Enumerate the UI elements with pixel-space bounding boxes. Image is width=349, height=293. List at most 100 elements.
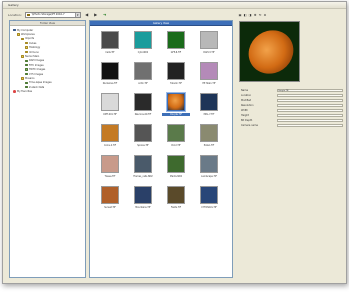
thumbnail-caption: Nucleolus.TIF [102, 82, 118, 85]
tree-item[interactable]: My Favorites [13, 90, 32, 94]
tree-item-label: Workplaces [21, 32, 35, 36]
thumbnail-image [200, 93, 218, 111]
thumbnail[interactable]: Mito-7.TIF [197, 93, 221, 121]
tree-item[interactable]: Immuno [25, 50, 39, 54]
thumbnail[interactable]: Cyto.ND2 [131, 31, 155, 59]
tree-item-label: My Favorites [17, 90, 33, 94]
thumbnail[interactable]: DAPI-3.TIF [197, 31, 221, 59]
tree-item-label: Time-lapse Images [29, 81, 52, 85]
thumbnail-image [200, 186, 218, 204]
property-key: Name [241, 89, 249, 92]
preview-tool-button[interactable]: ◧ [243, 13, 247, 17]
thumbnail[interactable]: Spores.TIF [131, 124, 155, 152]
tree-item[interactable]: Mosaics [21, 76, 34, 80]
thumbnail-image [167, 62, 185, 80]
thumbnail[interactable]: Sunset.TIF [98, 186, 122, 214]
thumbnail-image [134, 124, 152, 142]
thumbnail[interactable]: Tubulin.TIF [164, 62, 188, 90]
tree-item-label: CY5 Images [29, 72, 44, 76]
thumbnail[interactable]: Fields.TIF [164, 186, 188, 214]
thumbnail[interactable]: Neurons-09.TIF [131, 93, 155, 121]
location-label: Location: [8, 12, 22, 17]
tree-item[interactable]: Nuclei Stain [21, 54, 39, 58]
thumbnail-grid: Gallery View Cells.TIF Cyto.ND2 GFP-R.TIF D… [89, 20, 233, 278]
tree-item-label: DAPI Images [29, 59, 45, 63]
tree-item[interactable]: CY5 Images [25, 72, 43, 76]
thumbnail[interactable]: GFP-R.TIF [164, 31, 188, 59]
thumbnail[interactable]: HE Stain.TIF [197, 62, 221, 90]
property-value[interactable] [277, 108, 343, 113]
back-button[interactable]: ◀ [84, 12, 90, 18]
thumbnail[interactable]: Cells.TIF [98, 31, 122, 59]
tree-item[interactable]: Histology [25, 46, 40, 50]
oocyte-cell-image [240, 22, 299, 81]
thumbnail-image [101, 124, 119, 142]
property-value[interactable] [277, 123, 343, 128]
tree-item[interactable]: Z-stack Data [25, 85, 44, 89]
tree-item[interactable]: TRITC Images [25, 68, 45, 72]
thumbnail-caption: Sunset.TIF [104, 206, 116, 209]
property-key: Camera name [241, 124, 258, 127]
thumbnail-caption: Mito-7.TIF [203, 113, 215, 116]
green-arrow-icon[interactable]: ➜ [102, 12, 108, 18]
thumbnail[interactable]: Plants.ND2 [164, 155, 188, 183]
property-value[interactable] [277, 93, 343, 98]
preview-tool-button[interactable]: ✚ [253, 13, 257, 17]
preview-tool-button[interactable]: ▣ [238, 13, 242, 17]
thumbnail-image [101, 186, 119, 204]
tree-item[interactable]: My Computer [13, 28, 33, 32]
thumbnail[interactable]: Oocyte.TIF [162, 93, 190, 121]
image-folder-icon [25, 63, 28, 67]
thumbnail-image [101, 155, 119, 173]
thumbnail-caption: CYTOSOLS.TIF [201, 206, 217, 209]
thumbnail[interactable]: Frames_cells.ND2 [131, 155, 155, 183]
thumbnail-image [167, 186, 185, 204]
property-key: Modified [241, 99, 252, 102]
property-value[interactable] [277, 103, 343, 108]
tree-item[interactable]: FITC Images [25, 63, 44, 67]
thumbnail[interactable]: Pollen.TIF [197, 124, 221, 152]
thumbnail-caption: Fields.TIF [170, 206, 182, 209]
thumbnail-caption: Oocyte.TIF [162, 113, 190, 116]
thumbnail-caption: Landscape.TIF [201, 175, 217, 178]
tree-item-label: Mosaics [25, 76, 35, 80]
property-value[interactable]: Oocyte.TIF [277, 88, 343, 93]
preview-tool-button[interactable]: ⚙ [263, 13, 267, 17]
thumbnail[interactable]: Coins-2.TIF [98, 124, 122, 152]
tree-item[interactable]: Imports [21, 37, 34, 41]
preview-tool-button[interactable]: ⟲ [258, 13, 262, 17]
tree-item[interactable]: DAPI Images [25, 59, 44, 63]
thumbnail[interactable]: OMT-001.TIF [98, 93, 122, 121]
image-folder-icon [25, 59, 28, 63]
property-value[interactable] [277, 118, 343, 123]
thumbnail[interactable]: Pond.TIF [164, 124, 188, 152]
thumbnail-caption: Spores.TIF [137, 144, 149, 147]
forward-button[interactable]: ▶ [93, 12, 99, 18]
tree-item[interactable]: Cubes [25, 41, 36, 45]
thumbnail[interactable]: Nucleolus.TIF [98, 62, 122, 90]
window-title: Gallery [3, 2, 346, 9]
thumbnail-image [200, 62, 218, 80]
thumbnail-caption: Cyto.ND2 [137, 51, 149, 54]
property-value[interactable] [277, 98, 343, 103]
tree-item[interactable]: Workplaces [17, 32, 35, 36]
preview-tool-button[interactable]: ◨ [248, 13, 252, 17]
folder-icon [21, 37, 24, 41]
thumbnail-caption: Mountains.TIF [135, 206, 151, 209]
thumbnail[interactable]: Landscape.TIF [197, 155, 221, 183]
thumbnail-caption: Frames_cells.ND2 [133, 175, 153, 178]
thumbnail[interactable]: Mountains.TIF [131, 186, 155, 214]
chevron-down-icon[interactable]: ▾ [74, 12, 80, 17]
tree-item[interactable]: Time-lapse Images [25, 81, 52, 85]
thumbnail[interactable]: Actin.TIF [131, 62, 155, 90]
thumbnail-image [167, 31, 185, 49]
location-combo[interactable]: \\Photo Storage\PT 2010-7 ▾ [24, 11, 81, 18]
thumbnail-image [101, 62, 119, 80]
location-toolbar: Location: \\Photo Storage\PT 2010-7 ▾ ◀ … [6, 10, 233, 19]
thumbnail-image [134, 31, 152, 49]
property-value[interactable] [277, 113, 343, 118]
thumbnail[interactable]: Tissue.TIF [98, 155, 122, 183]
thumbnail-caption: DAPI-3.TIF [203, 51, 215, 54]
thumbnail[interactable]: CYTOSOLS.TIF [197, 186, 221, 214]
thumbnail-image [134, 186, 152, 204]
